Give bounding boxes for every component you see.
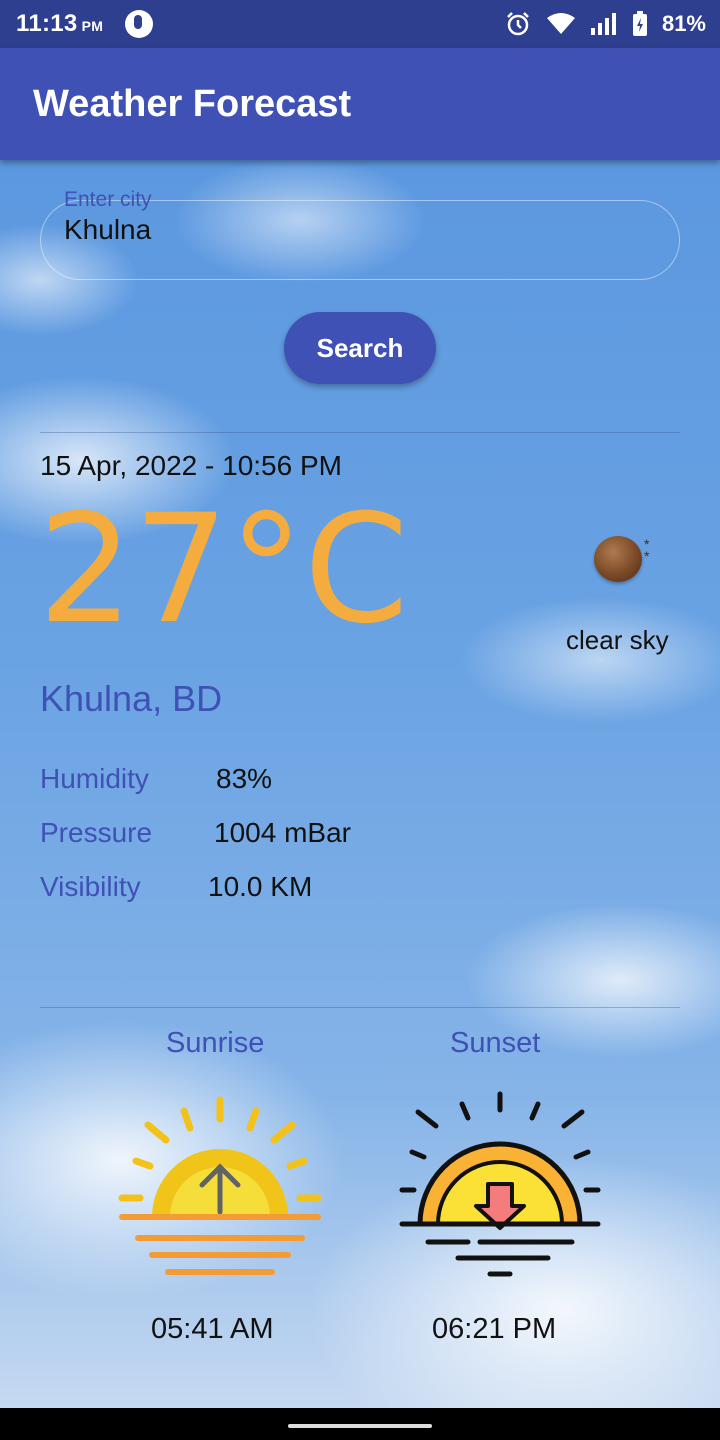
city-input-label: Enter city — [64, 188, 152, 211]
sunset-label: Sunset — [450, 1027, 541, 1059]
temperature: 27°C — [38, 483, 409, 657]
location: Khulna, BD — [40, 678, 223, 719]
date-time: 15 Apr, 2022 - 10:56 PM — [40, 450, 342, 481]
divider-top — [40, 432, 680, 433]
wifi-icon — [546, 12, 576, 36]
app-title: Weather Forecast — [33, 82, 352, 125]
status-bar: 11:13 PM 81% — [0, 0, 720, 48]
signal-icon — [590, 12, 618, 36]
alarm-icon — [504, 10, 532, 38]
city-input-value[interactable]: Khulna — [64, 214, 151, 246]
visibility-value: 10.0 KM — [208, 871, 313, 902]
divider-bottom — [40, 1007, 680, 1008]
sunrise-time: 05:41 AM — [151, 1313, 274, 1345]
status-clock: 11:13 PM — [16, 10, 104, 37]
weather-description: clear sky — [566, 625, 669, 655]
sunset-time: 06:21 PM — [432, 1313, 557, 1345]
sunset-icon — [399, 1091, 601, 1277]
clear-sky-night-icon — [594, 536, 642, 582]
home-gesture-handle[interactable] — [288, 1424, 432, 1428]
pressure-label: Pressure — [40, 817, 153, 848]
humidity-value: 83% — [216, 763, 273, 794]
search-button[interactable]: Search — [284, 312, 436, 384]
battery-charging-icon — [632, 11, 648, 37]
humidity-label: Humidity — [40, 763, 149, 794]
visibility-label: Visibility — [40, 871, 141, 902]
sunrise-label: Sunrise — [166, 1027, 265, 1059]
navigation-bar — [0, 1408, 720, 1440]
sunrise-icon — [118, 1096, 322, 1275]
main-content: Enter city Khulna Search 15 Apr, 2022 - … — [0, 160, 720, 1408]
app-notification-icon — [125, 10, 154, 38]
app-bar: Weather Forecast — [0, 48, 720, 160]
battery-level: 81% — [661, 11, 706, 36]
star-icon: * * — [644, 536, 650, 564]
pressure-value: 1004 mBar — [214, 817, 351, 848]
